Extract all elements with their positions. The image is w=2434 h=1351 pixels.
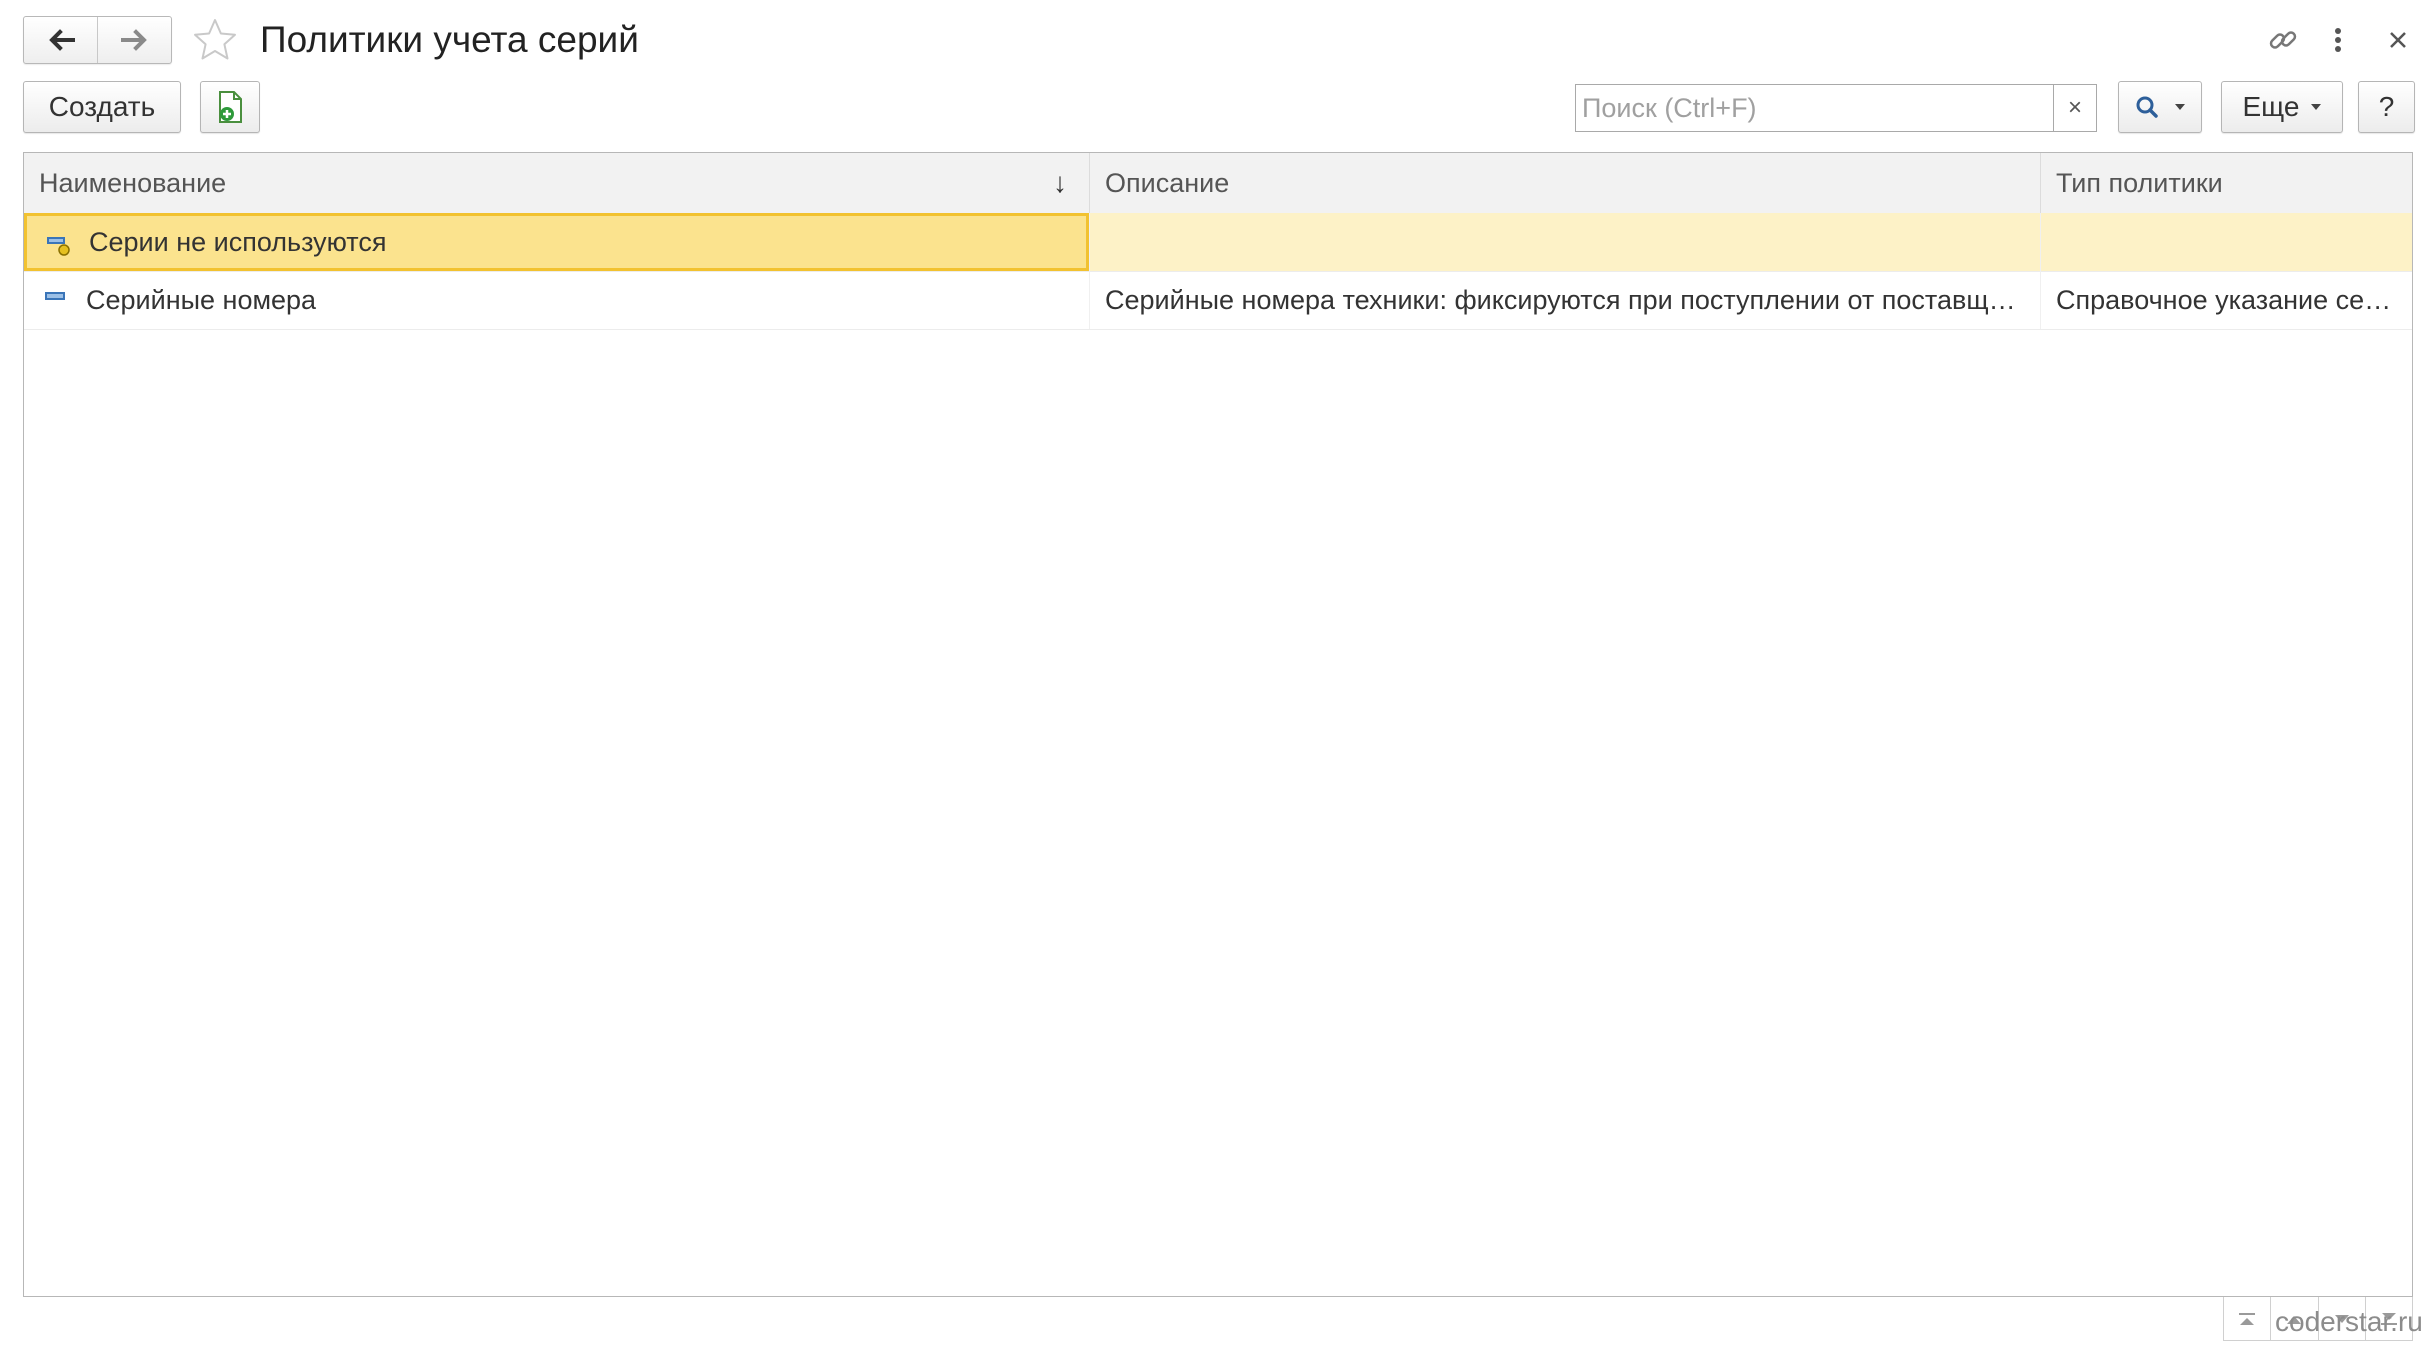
table-header: Наименование ↓ Описание Тип политики <box>24 153 2412 214</box>
search-options-button[interactable] <box>2118 81 2202 133</box>
catalog-item-icon <box>45 292 65 300</box>
more-actions-button[interactable] <box>2320 20 2356 60</box>
watermark: coderstar.ru <box>2275 1306 2423 1337</box>
vertical-dots-icon <box>2335 28 2341 52</box>
scroll-top-button[interactable] <box>2223 1297 2272 1341</box>
arrow-right-icon <box>120 29 147 51</box>
column-header-label: Тип политики <box>2056 168 2223 198</box>
search-box: × <box>1575 84 2097 132</box>
more-button-label: Еще <box>2242 91 2300 122</box>
chevron-down-icon <box>2311 104 2322 110</box>
back-button[interactable] <box>24 17 97 63</box>
cell-name[interactable]: Серийные номера <box>24 271 1089 329</box>
link-button[interactable] <box>2263 20 2303 60</box>
cell-description: Серийные номера техники: фиксируются при… <box>1089 271 2040 329</box>
arrow-left-icon <box>48 29 75 51</box>
create-copy-button[interactable] <box>200 81 260 133</box>
sort-descending-icon: ↓ <box>1053 167 1067 198</box>
search-clear-button[interactable]: × <box>2053 85 2096 131</box>
column-header-label: Наименование <box>39 168 227 198</box>
navigation-buttons <box>23 16 172 64</box>
close-button[interactable] <box>2378 20 2418 60</box>
column-header-description[interactable]: Описание <box>1089 153 2040 213</box>
table-row[interactable]: Серии не используются <box>24 213 2412 272</box>
table-row[interactable]: Серийные номера Серийные номера техники:… <box>24 271 2412 330</box>
create-button[interactable]: Создать <box>23 81 181 133</box>
row-name: Серийные номера <box>86 285 317 315</box>
more-button[interactable]: Еще <box>2221 81 2343 133</box>
link-icon <box>2269 31 2297 49</box>
close-icon <box>2390 32 2406 48</box>
help-button[interactable]: ? <box>2358 81 2415 133</box>
catalog-item-predefined-icon <box>47 237 70 256</box>
column-header-name[interactable]: Наименование ↓ <box>24 153 1089 213</box>
cell-name[interactable]: Серии не используются <box>24 213 1089 271</box>
policies-table: Наименование ↓ Описание Тип политики Сер… <box>23 152 2413 1297</box>
magnifier-icon <box>2136 96 2158 118</box>
cell-policy-type <box>2040 213 2412 271</box>
forward-button[interactable] <box>97 17 171 63</box>
column-header-policy-type[interactable]: Тип политики <box>2040 153 2412 213</box>
column-header-label: Описание <box>1105 168 1230 198</box>
cell-policy-type: Справочное указание серий <box>2040 271 2412 329</box>
chevron-down-icon <box>2175 104 2185 110</box>
star-icon <box>194 19 236 60</box>
row-name: Серии не используются <box>89 227 387 257</box>
favorite-button[interactable] <box>190 15 240 65</box>
search-input[interactable] <box>1576 85 2053 131</box>
cell-description <box>1089 213 2040 271</box>
page-title: Политики учета серий <box>260 19 639 60</box>
document-add-icon <box>219 91 242 123</box>
scroll-top-icon <box>2239 1312 2256 1325</box>
